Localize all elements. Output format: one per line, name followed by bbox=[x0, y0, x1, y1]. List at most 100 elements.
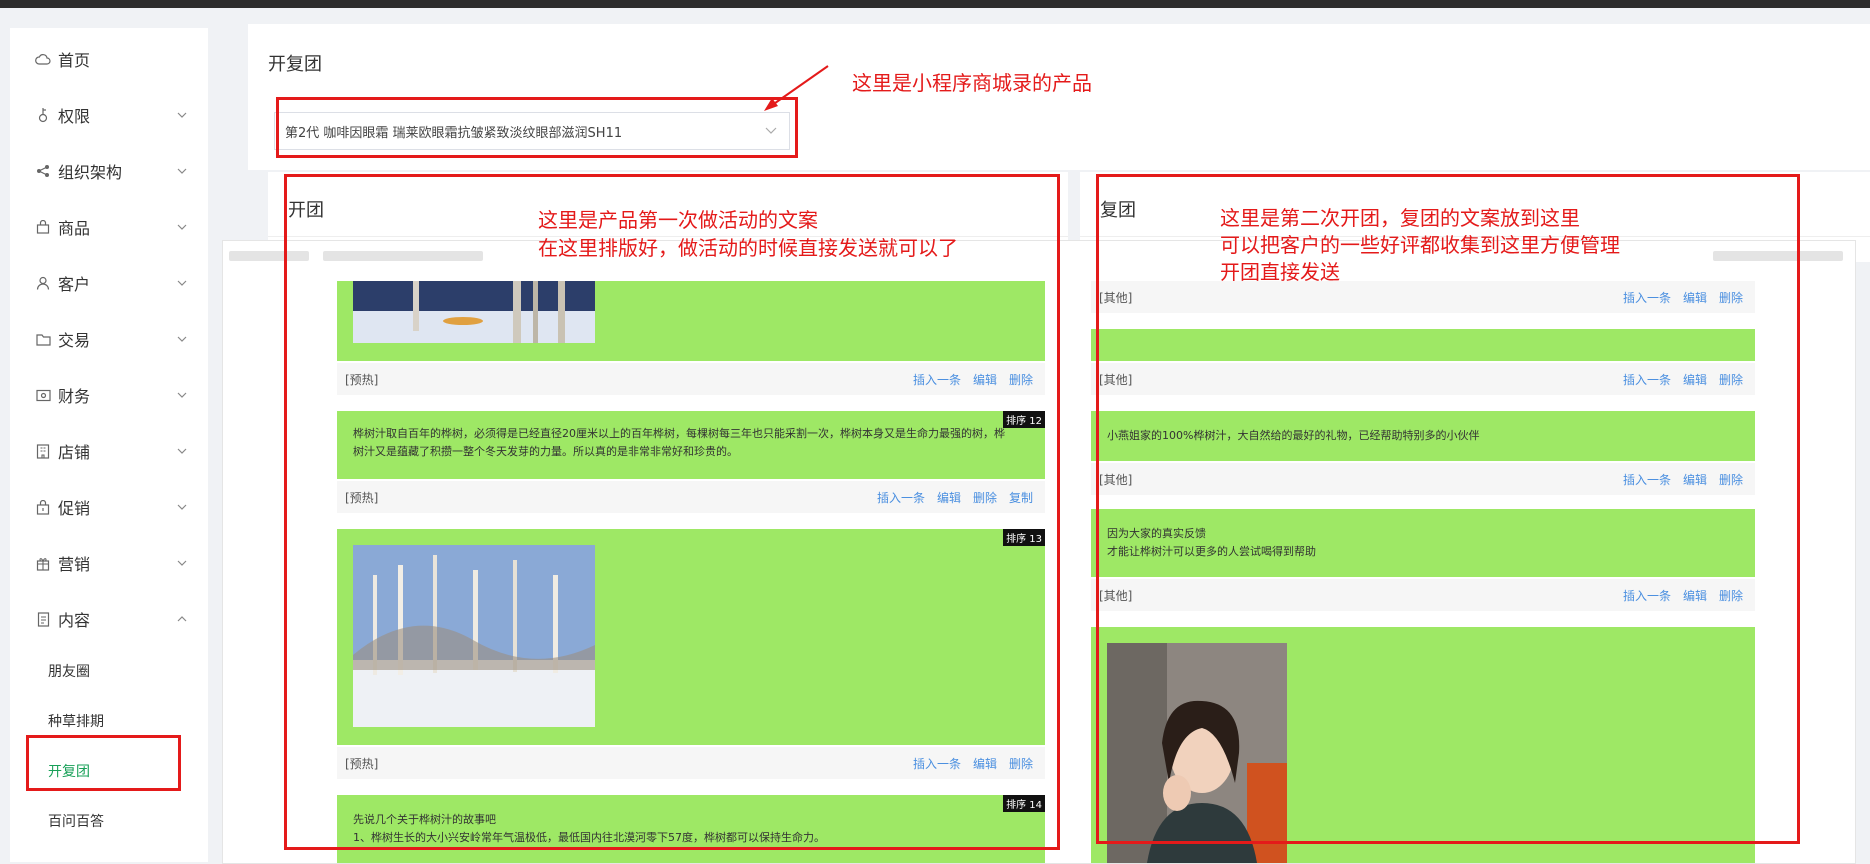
user-icon bbox=[34, 274, 52, 292]
right-row-4: [其他] 插入一条 编辑 删除 bbox=[1091, 579, 1755, 611]
insert-button[interactable]: 插入一条 bbox=[1623, 371, 1671, 388]
sidebar-item-label: 交易 bbox=[58, 331, 91, 350]
sort-badge: 排序 14 bbox=[1003, 795, 1045, 812]
cloud-icon bbox=[34, 50, 52, 68]
edit-button[interactable]: 编辑 bbox=[1683, 587, 1707, 604]
right-row-1: [其他] 插入一条 编辑 删除 bbox=[1091, 281, 1755, 313]
left-panel-title: 开团 bbox=[288, 200, 324, 221]
page-title: 开复团 bbox=[268, 54, 322, 75]
sidebar-item-label: 首页 bbox=[58, 51, 91, 70]
blurred-toolbar bbox=[1713, 251, 1843, 261]
sidebar: 首页 权限 组织架构 商品 客户 交易 财务 店铺 促销 营销 内容 朋友圈 种… bbox=[10, 28, 208, 862]
left-card-4: 排序 14 先说几个关于桦树汁的故事吧 1、桦树生长的大小兴安岭常年气温极低，最… bbox=[337, 795, 1045, 863]
sidebar-item-label: 客户 bbox=[58, 275, 91, 294]
left-card-3: 排序 13 bbox=[337, 529, 1045, 745]
delete-button[interactable]: 删除 bbox=[1719, 371, 1743, 388]
sidebar-item-trade[interactable]: 交易 bbox=[10, 319, 208, 359]
annotation-right-1: 这里是第二次开团，复团的文案放到这里 bbox=[1220, 206, 1580, 230]
delete-button[interactable]: 删除 bbox=[1009, 755, 1033, 772]
winter-photo-1 bbox=[353, 281, 595, 343]
sidebar-subitem-faq[interactable]: 百问百答 bbox=[10, 804, 208, 838]
share-icon bbox=[34, 162, 52, 180]
product-select[interactable]: 第2代 咖啡因眼霜 瑞莱欧眼霜抗皱紧致淡纹眼部滋润SH11 bbox=[274, 112, 790, 150]
sort-badge: 排序 13 bbox=[1003, 529, 1045, 546]
edit-button[interactable]: 编辑 bbox=[1683, 471, 1707, 488]
annotation-product: 这里是小程序商城录的产品 bbox=[852, 71, 1092, 95]
sidebar-item-label: 商品 bbox=[58, 219, 91, 238]
sidebar-item-marketing[interactable]: 营销 bbox=[10, 543, 208, 583]
gift-icon bbox=[34, 554, 52, 572]
sidebar-item-label: 促销 bbox=[58, 499, 91, 518]
left-card-4-text: 先说几个关于桦树汁的故事吧 1、桦树生长的大小兴安岭常年气温极低，最低国内往北漠… bbox=[353, 813, 825, 844]
chevron-down-icon bbox=[176, 221, 188, 233]
right-row-3: [其他] 插入一条 编辑 删除 bbox=[1091, 463, 1755, 495]
sidebar-subitem-moments[interactable]: 朋友圈 bbox=[10, 654, 208, 688]
edit-button[interactable]: 编辑 bbox=[973, 755, 997, 772]
annotation-right-3: 开团直接发送 bbox=[1220, 260, 1340, 284]
sidebar-item-customer[interactable]: 客户 bbox=[10, 263, 208, 303]
right-row-2: [其他] 插入一条 编辑 删除 bbox=[1091, 363, 1755, 395]
annotation-left-2: 在这里排版好，做活动的时候直接发送就可以了 bbox=[538, 236, 958, 260]
sidebar-item-store[interactable]: 店铺 bbox=[10, 431, 208, 471]
chevron-down-icon bbox=[176, 333, 188, 345]
sidebar-item-label: 营销 bbox=[58, 555, 91, 574]
product-select-card: 第2代 咖啡因眼霜 瑞莱欧眼霜抗皱紧致淡纹眼部滋润SH11 bbox=[248, 90, 1870, 170]
chevron-down-icon bbox=[176, 557, 188, 569]
insert-button[interactable]: 插入一条 bbox=[913, 755, 961, 772]
insert-button[interactable]: 插入一条 bbox=[1623, 289, 1671, 306]
blurred-toolbar bbox=[323, 251, 483, 261]
insert-button[interactable]: 插入一条 bbox=[877, 489, 925, 506]
left-card-2-text: 桦树汁取自百年的桦树，必须得是已经直径20厘米以上的百年桦树，每棵树每三年也只能… bbox=[353, 427, 1005, 458]
sidebar-item-label: 财务 bbox=[58, 387, 91, 406]
right-card-4 bbox=[1091, 627, 1755, 863]
left-row-3: [预热] 插入一条 编辑 删除 bbox=[337, 747, 1045, 779]
annotation-right-2: 可以把客户的一些好评都收集到这里方便管理 bbox=[1220, 233, 1620, 257]
sidebar-subitem-group-open[interactable]: 开复团 bbox=[10, 754, 208, 788]
chevron-down-icon bbox=[176, 165, 188, 177]
left-card-2: 排序 12 桦树汁取自百年的桦树，必须得是已经直径20厘米以上的百年桦树，每棵树… bbox=[337, 411, 1045, 479]
delete-button[interactable]: 删除 bbox=[1719, 289, 1743, 306]
right-card-3-text: 因为大家的真实反馈 才能让桦树汁可以更多的人尝试喝得到帮助 bbox=[1107, 527, 1316, 558]
chevron-up-icon bbox=[176, 613, 188, 625]
sidebar-item-finance[interactable]: 财务 bbox=[10, 375, 208, 415]
delete-button[interactable]: 删除 bbox=[1719, 471, 1743, 488]
sidebar-item-org[interactable]: 组织架构 bbox=[10, 151, 208, 191]
annotation-arrow bbox=[764, 65, 829, 111]
birch-forest-photo bbox=[353, 545, 595, 727]
edit-button[interactable]: 编辑 bbox=[937, 489, 961, 506]
chevron-down-icon bbox=[176, 277, 188, 289]
row-tag: [其他] bbox=[1099, 589, 1133, 603]
chevron-down-icon bbox=[176, 109, 188, 121]
sidebar-item-promotion[interactable]: 促销 bbox=[10, 487, 208, 527]
edit-button[interactable]: 编辑 bbox=[1683, 289, 1707, 306]
sidebar-item-permission[interactable]: 权限 bbox=[10, 95, 208, 135]
sidebar-item-goods[interactable]: 商品 bbox=[10, 207, 208, 247]
chevron-down-icon bbox=[176, 389, 188, 401]
row-tag: [其他] bbox=[1099, 373, 1133, 387]
copy-button[interactable]: 复制 bbox=[1009, 489, 1033, 506]
left-card-1 bbox=[337, 281, 1045, 361]
insert-button[interactable]: 插入一条 bbox=[1623, 471, 1671, 488]
sidebar-item-content[interactable]: 内容 bbox=[10, 599, 208, 639]
product-select-value: 第2代 咖啡因眼霜 瑞莱欧眼霜抗皱紧致淡纹眼部滋润SH11 bbox=[285, 125, 623, 141]
left-row-1: [预热] 插入一条 编辑 删除 bbox=[337, 363, 1045, 395]
edit-button[interactable]: 编辑 bbox=[1683, 371, 1707, 388]
insert-button[interactable]: 插入一条 bbox=[913, 371, 961, 388]
annotation-left-1: 这里是产品第一次做活动的文案 bbox=[538, 208, 818, 232]
sidebar-item-label: 组织架构 bbox=[58, 163, 123, 182]
right-card-2-text: 小燕姐家的100%桦树汁，大自然给的最好的礼物，已经帮助特别多的小伙伴 bbox=[1107, 429, 1480, 442]
delete-button[interactable]: 删除 bbox=[973, 489, 997, 506]
delete-button[interactable]: 删除 bbox=[1009, 371, 1033, 388]
bag-icon bbox=[34, 218, 52, 236]
sidebar-subitem-schedule[interactable]: 种草排期 bbox=[10, 704, 208, 738]
row-tag: [其他] bbox=[1099, 473, 1133, 487]
right-card-1 bbox=[1091, 329, 1755, 361]
blurred-toolbar bbox=[229, 251, 309, 261]
delete-button[interactable]: 删除 bbox=[1719, 587, 1743, 604]
row-tag: [预热] bbox=[345, 757, 379, 771]
content-overlay: [预热] 插入一条 编辑 删除 排序 12 桦树汁取自百年的桦树，必须得是已经直径2… bbox=[222, 240, 1856, 864]
edit-button[interactable]: 编辑 bbox=[973, 371, 997, 388]
left-row-2: [预热] 插入一条 编辑 删除 复制 bbox=[337, 481, 1045, 513]
sidebar-item-home[interactable]: 首页 bbox=[10, 39, 208, 79]
insert-button[interactable]: 插入一条 bbox=[1623, 587, 1671, 604]
